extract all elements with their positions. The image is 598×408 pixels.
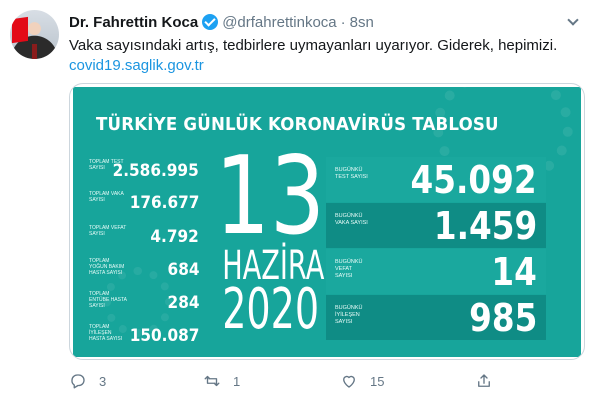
author-name[interactable]: Dr. Fahrettin Koca xyxy=(69,14,198,31)
heart-icon xyxy=(343,375,355,388)
stat-label: TOPLAM İYİLEŞEN HASTA SAYISI xyxy=(89,324,123,342)
stat-today-deaths: BUGÜNKÜ VEFAT SAYISI 14 xyxy=(326,249,546,294)
tie-decor xyxy=(32,44,37,59)
stat-value: 284 xyxy=(167,293,199,313)
avatar[interactable] xyxy=(10,10,59,59)
stat-label: TOPLAM ENTÜBE HASTA SAYISI xyxy=(89,291,127,309)
stat-value: 45.092 xyxy=(410,158,537,202)
infographic-title: TÜRKİYE GÜNLÜK KORONAVİRÜS TABLOSU xyxy=(96,115,499,135)
more-options-icon[interactable] xyxy=(566,14,580,28)
stat-label: TOPLAM VAKA SAYISI xyxy=(89,191,124,203)
retweet-button[interactable]: 1 xyxy=(203,371,240,391)
infographic: TÜRKİYE GÜNLÜK KORONAVİRÜS TABLOSU TOPLA… xyxy=(73,84,581,357)
separator-dot: · xyxy=(340,13,346,31)
stat-value: 1.459 xyxy=(433,204,537,248)
stat-today-test: BUGÜNKÜ TEST SAYISI 45.092 xyxy=(326,157,546,202)
stat-today-cases: BUGÜNKÜ VAKA SAYISI 1.459 xyxy=(326,203,546,248)
media-card[interactable]: TÜRKİYE GÜNLÜK KORONAVİRÜS TABLOSU TOPLA… xyxy=(69,83,585,360)
stat-today-recovered: BUGÜNKÜ İYİLEŞEN SAYISI 985 xyxy=(326,295,546,340)
stat-label: TOPLAM VEFAT SAYISI xyxy=(89,225,127,237)
retweet-icon xyxy=(204,375,220,387)
stat-total-icu: TOPLAM YOĞUN BAKIM HASTA SAYISI 684 xyxy=(89,258,199,286)
stat-label: BUGÜNKÜ VAKA SAYISI xyxy=(335,213,368,226)
reply-icon xyxy=(71,374,85,389)
action-bar: 3 1 15 xyxy=(69,371,589,391)
retweet-count: 1 xyxy=(233,373,241,389)
timestamp[interactable]: 8sn xyxy=(350,14,374,31)
stat-label: BUGÜNKÜ VEFAT SAYISI xyxy=(335,259,363,279)
stat-total-test: TOPLAM TEST SAYISI 2.586.995 xyxy=(89,159,199,187)
stat-label: BUGÜNKÜ TEST SAYISI xyxy=(335,167,368,180)
tweet: Dr. Fahrettin Koca @drfahrettinkoca · 8s… xyxy=(0,0,598,408)
share-button[interactable] xyxy=(475,371,493,391)
share-icon xyxy=(478,374,490,387)
stat-label: BUGÜNKÜ İYİLEŞEN SAYISI xyxy=(335,305,363,325)
date-day: 13 xyxy=(215,134,325,259)
stat-value: 684 xyxy=(167,260,199,280)
flag-icon xyxy=(12,16,28,44)
stat-total-cases: TOPLAM VAKA SAYISI 176.677 xyxy=(89,191,199,219)
reply-count: 3 xyxy=(99,373,107,389)
stat-value: 14 xyxy=(491,250,537,294)
tweet-header: Dr. Fahrettin Koca @drfahrettinkoca · 8s… xyxy=(69,12,374,32)
stat-total-intubated: TOPLAM ENTÜBE HASTA SAYISI 284 xyxy=(89,291,199,319)
reply-button[interactable]: 3 xyxy=(69,371,106,391)
tweet-link[interactable]: covid19.saglik.gov.tr xyxy=(69,56,204,76)
stat-total-recovered: TOPLAM İYİLEŞEN HASTA SAYISI 150.087 xyxy=(89,324,199,352)
stat-value: 985 xyxy=(468,296,537,340)
stat-value: 150.087 xyxy=(129,326,199,346)
verified-badge-icon xyxy=(202,14,219,30)
like-count: 15 xyxy=(370,373,385,389)
stat-label: TOPLAM YOĞUN BAKIM HASTA SAYISI xyxy=(89,258,125,276)
tweet-text: Vaka sayısındaki artış, tedbirlere uymay… xyxy=(69,37,558,54)
stat-value: 4.792 xyxy=(150,227,199,247)
stat-value: 2.586.995 xyxy=(112,161,199,181)
stat-value: 176.677 xyxy=(129,193,199,213)
like-button[interactable]: 15 xyxy=(340,371,384,391)
date-year: 2020 xyxy=(222,277,320,342)
stat-total-deaths: TOPLAM VEFAT SAYISI 4.792 xyxy=(89,225,199,253)
author-handle[interactable]: @drfahrettinkoca xyxy=(222,14,336,31)
